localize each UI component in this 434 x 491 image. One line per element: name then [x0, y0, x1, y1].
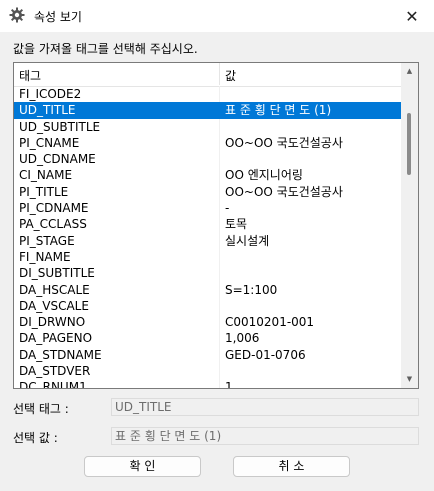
row-divider [219, 102, 220, 119]
row-divider [219, 134, 220, 152]
table-row[interactable]: FI_ICODE2 [14, 86, 401, 103]
row-tag: PI_CNAME [19, 135, 80, 150]
table-row[interactable]: DA_VSCALE [14, 297, 401, 315]
row-tag: CI_NAME [19, 168, 73, 183]
tag-list[interactable]: 태그 값 FI_ICODE2 UD_TITLE 표 준 횡 단 면 도 (1) UD_… [13, 62, 419, 389]
table-row[interactable]: UD_SUBTITLE [14, 118, 401, 135]
selected-value-field: 표 준 횡 단 면 도 (1) [111, 427, 419, 445]
table-row[interactable]: UD_CDNAME [14, 151, 401, 168]
row-tag: DA_STDVER [19, 364, 91, 379]
row-divider [219, 314, 220, 331]
row-divider [219, 379, 220, 388]
table-row[interactable]: DA_STDNAME GED-01-0706 [14, 346, 401, 364]
close-icon: ✕ [405, 6, 419, 26]
table-row[interactable]: PI_TITLE OO~OO 국도건설공사 [14, 183, 401, 201]
row-divider [219, 118, 220, 135]
row-value: 1 [225, 380, 233, 389]
row-tag: DI_SUBTITLE [19, 266, 95, 281]
table-row[interactable]: DA_HSCALE S=1:100 [14, 281, 401, 298]
row-divider [219, 216, 220, 233]
window-title: 속성 보기 [34, 10, 82, 24]
row-divider [219, 167, 220, 184]
close-button[interactable]: ✕ [390, 0, 434, 32]
row-value: 1,006 [225, 331, 260, 346]
row-divider [219, 265, 220, 282]
table-row[interactable]: FI_NAME [14, 248, 401, 266]
selected-tag-field: UD_TITLE [111, 398, 419, 416]
row-value: - [225, 201, 230, 216]
column-divider[interactable] [219, 63, 220, 85]
row-value: OO~OO 국도건설공사 [225, 135, 343, 150]
row-tag: PI_CDNAME [19, 201, 89, 216]
table-row[interactable]: PA_CCLASS 토목 [14, 216, 401, 233]
row-tag: PI_TITLE [19, 184, 69, 199]
vertical-scrollbar[interactable]: ▲ ▼ [401, 63, 418, 388]
scroll-down-icon[interactable]: ▼ [405, 375, 414, 384]
list-rows: FI_ICODE2 UD_TITLE 표 준 횡 단 면 도 (1) UD_SUBTI… [14, 86, 401, 389]
row-tag: FI_ICODE2 [19, 87, 82, 101]
ok-button[interactable]: 확 인 [84, 456, 201, 477]
row-value: 실시설계 [225, 233, 270, 248]
row-tag: DA_PAGENO [19, 331, 93, 346]
row-divider [219, 281, 220, 298]
row-tag: UD_TITLE [19, 103, 76, 118]
gear-icon [9, 7, 25, 23]
table-row[interactable]: UD_TITLE 표 준 횡 단 면 도 (1) [14, 102, 401, 119]
column-header-value[interactable]: 값 [225, 67, 236, 84]
table-row[interactable]: DI_DRWNO C0010201-001 [14, 314, 401, 331]
selected-value-label: 선택 값 : [13, 431, 58, 445]
table-row[interactable]: PI_STAGE 실시설계 [14, 232, 401, 249]
row-value: OO 엔지니어링 [225, 168, 303, 183]
title-bar: 속성 보기 ✕ [0, 0, 434, 32]
column-header-tag[interactable]: 태그 [19, 67, 41, 84]
row-divider [219, 86, 220, 103]
row-value: 토목 [225, 217, 248, 232]
table-row[interactable]: PI_CNAME OO~OO 국도건설공사 [14, 134, 401, 152]
row-tag: PA_CCLASS [19, 217, 87, 232]
instruction-text: 값을 가져올 태그를 선택해 주십시오. [13, 42, 198, 56]
row-value: GED-01-0706 [225, 347, 306, 362]
table-row[interactable]: DA_PAGENO 1,006 [14, 330, 401, 347]
table-row[interactable]: DI_SUBTITLE [14, 265, 401, 282]
row-divider [219, 200, 220, 217]
row-divider [219, 183, 220, 201]
row-divider [219, 232, 220, 249]
table-row[interactable]: PI_CDNAME - [14, 200, 401, 217]
scroll-up-icon[interactable]: ▲ [405, 67, 414, 76]
row-divider [219, 297, 220, 315]
scroll-thumb[interactable] [407, 113, 411, 175]
row-value: C0010201-001 [225, 315, 315, 330]
row-tag: UD_SUBTITLE [19, 119, 101, 134]
row-divider [219, 346, 220, 364]
cancel-button[interactable]: 취 소 [233, 456, 350, 477]
row-divider [219, 151, 220, 168]
row-value: 표 준 횡 단 면 도 (1) [225, 103, 332, 118]
table-row[interactable]: DA_STDVER [14, 363, 401, 380]
row-tag: DC_RNUM1 [19, 380, 87, 389]
row-divider [219, 248, 220, 266]
table-row[interactable]: CI_NAME OO 엔지니어링 [14, 167, 401, 184]
row-tag: DA_HSCALE [19, 282, 90, 297]
selected-tag-label: 선택 태그 : [13, 402, 69, 416]
row-tag: DA_STDNAME [19, 347, 102, 362]
row-value: OO~OO 국도건설공사 [225, 184, 343, 199]
row-divider [219, 363, 220, 380]
row-tag: PI_STAGE [19, 233, 75, 248]
row-tag: DI_DRWNO [19, 315, 86, 330]
table-row[interactable]: DC_RNUM1 1 [14, 379, 401, 389]
row-divider [219, 330, 220, 347]
row-tag: FI_NAME [19, 249, 71, 264]
row-tag: DA_VSCALE [19, 298, 89, 313]
row-value: S=1:100 [225, 282, 278, 297]
row-tag: UD_CDNAME [19, 152, 96, 167]
list-header: 태그 값 [14, 63, 401, 87]
